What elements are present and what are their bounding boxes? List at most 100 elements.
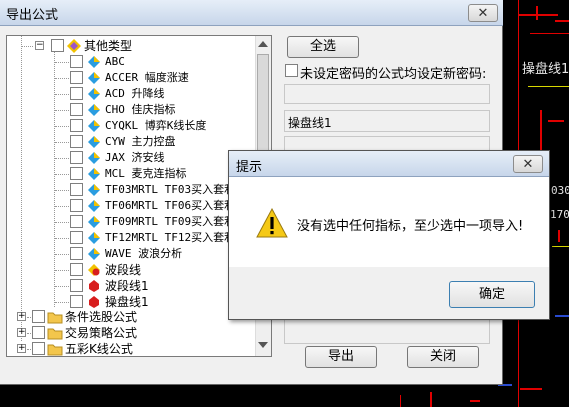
formula-checkbox[interactable] <box>70 167 83 180</box>
formula-diamond-icon <box>88 136 100 148</box>
export-button[interactable]: 导出 <box>305 346 377 368</box>
tree-formula-item[interactable]: TF03MRTL TF03买入套利 <box>7 182 257 198</box>
user-formula-icon <box>88 264 100 276</box>
group-checkbox[interactable] <box>51 39 64 52</box>
tree-formula-item[interactable]: 波段线1 <box>7 278 257 294</box>
formula-group-icon <box>67 39 81 53</box>
formula-checkbox[interactable] <box>70 55 83 68</box>
formula-checkbox[interactable] <box>70 215 83 228</box>
tree-formula-item[interactable]: 操盘线1 <box>7 294 257 310</box>
folder-checkbox[interactable] <box>32 342 45 355</box>
formula-diamond-icon <box>88 168 100 180</box>
tree-formula-item[interactable]: CYW 主力控盘 <box>7 134 257 150</box>
formula-diamond-icon <box>88 88 100 100</box>
folder-icon <box>47 328 63 340</box>
alert-body: 没有选中任何指标，至少选中一项导入! <box>229 177 549 267</box>
red-formula-icon <box>89 296 99 308</box>
scroll-down-icon[interactable] <box>258 342 268 348</box>
formula-checkbox[interactable] <box>70 183 83 196</box>
formula-label: 波段线1 <box>105 279 149 293</box>
formula-label: JAX 济安线 <box>105 151 165 164</box>
formula-label: CYW 主力控盘 <box>105 135 176 148</box>
tree-formula-item[interactable]: ACD 升降线 <box>7 86 257 102</box>
tree-formula-item[interactable]: CHO 佳庆指标 <box>7 102 257 118</box>
tree-formula-item[interactable]: MCL 麦克连指标 <box>7 166 257 182</box>
folder-icon <box>47 344 63 356</box>
tree-formula-item[interactable]: CYQKL 博弈K线长度 <box>7 118 257 134</box>
close-icon[interactable]: ✕ <box>468 4 498 22</box>
tree-folder-item[interactable]: + 交易策略公式 <box>7 325 257 341</box>
tree-formula-item[interactable]: WAVE 波浪分析 <box>7 246 257 262</box>
folder-checkbox[interactable] <box>32 310 45 323</box>
price-readout: 0309 <box>551 184 569 197</box>
alert-message: 没有选中任何指标，至少选中一项导入! <box>297 219 524 234</box>
formula-checkbox[interactable] <box>70 151 83 164</box>
folder-checkbox[interactable] <box>32 326 45 339</box>
formula-checkbox[interactable] <box>70 119 83 132</box>
formula-checkbox[interactable] <box>70 263 83 276</box>
formula-label: ABC <box>105 55 125 68</box>
tree-group-other[interactable]: − 其他类型 <box>7 38 257 54</box>
tree-group-label: 其他类型 <box>84 39 133 53</box>
ok-button[interactable]: 确定 <box>449 281 535 308</box>
formula-label: CHO 佳庆指标 <box>105 103 176 116</box>
alert-dialog: 提示 ✕ 没有选中任何指标，至少选中一项导入! 确定 <box>228 150 550 320</box>
dialog-title-bar[interactable]: 导出公式 ✕ <box>0 0 503 26</box>
close-icon[interactable]: ✕ <box>513 155 543 173</box>
red-formula-icon <box>89 280 99 292</box>
formula-diamond-icon <box>88 56 100 68</box>
set-password-checkbox[interactable] <box>285 64 298 77</box>
price-readout: 1705 <box>550 208 569 221</box>
formula-checkbox[interactable] <box>70 199 83 212</box>
expand-icon[interactable]: + <box>17 328 26 337</box>
tree-formula-item[interactable]: JAX 济安线 <box>7 150 257 166</box>
background-indicator-label: 操盘线1 <box>522 62 569 77</box>
formula-diamond-icon <box>88 248 100 260</box>
folder-label: 五彩K线公式 <box>65 342 133 356</box>
expand-icon[interactable]: + <box>17 312 26 321</box>
expand-icon[interactable]: + <box>17 344 26 353</box>
formula-label: TF12MRTL TF12买入套利 <box>105 231 236 244</box>
alert-title: 提示 <box>236 160 263 175</box>
alert-title-bar[interactable]: 提示 ✕ <box>229 151 549 177</box>
formula-diamond-icon <box>88 104 100 116</box>
formula-label: ACD 升降线 <box>105 87 165 100</box>
tree-formula-item[interactable]: TF09MRTL TF09买入套利 <box>7 214 257 230</box>
folder-label: 条件选股公式 <box>65 310 138 324</box>
formula-label: WAVE 波浪分析 <box>105 247 183 260</box>
tree-formula-item[interactable]: ACCER 幅度涨速 <box>7 70 257 86</box>
close-button[interactable]: 关闭 <box>407 346 479 368</box>
formula-checkbox[interactable] <box>70 279 83 292</box>
formula-checkbox[interactable] <box>70 295 83 308</box>
tree-formula-item[interactable]: 波段线 <box>7 262 257 278</box>
formula-checkbox[interactable] <box>70 71 83 84</box>
formula-checkbox[interactable] <box>70 231 83 244</box>
formula-label: ACCER 幅度涨速 <box>105 71 189 84</box>
formula-diamond-icon <box>88 152 100 164</box>
formula-diamond-icon <box>88 232 100 244</box>
formula-label: TF03MRTL TF03买入套利 <box>105 183 236 196</box>
formula-diamond-icon <box>88 200 100 212</box>
formula-label: 波段线 <box>105 263 142 277</box>
warning-icon <box>256 208 288 238</box>
formula-label: 操盘线1 <box>105 295 149 309</box>
password-input[interactable] <box>284 84 490 104</box>
formula-label: MCL 麦克连指标 <box>105 167 187 180</box>
tree-folder-item[interactable]: + 条件选股公式 <box>7 309 257 325</box>
formula-diamond-icon <box>88 184 100 196</box>
folder-icon <box>47 312 63 324</box>
select-all-button[interactable]: 全选 <box>287 36 359 58</box>
tree-formula-item[interactable]: TF12MRTL TF12买入套利 <box>7 230 257 246</box>
tree-formula-item[interactable]: ABC <box>7 54 257 70</box>
collapse-icon[interactable]: − <box>35 41 44 50</box>
formula-checkbox[interactable] <box>70 103 83 116</box>
selected-formula-field: 操盘线1 <box>284 110 490 132</box>
formula-checkbox[interactable] <box>70 87 83 100</box>
formula-checkbox[interactable] <box>70 135 83 148</box>
tree-formula-item[interactable]: TF06MRTL TF06买入套利 <box>7 198 257 214</box>
tree-folder-item[interactable]: + 五彩K线公式 <box>7 341 257 356</box>
formula-diamond-icon <box>88 72 100 84</box>
scroll-up-icon[interactable] <box>258 41 268 47</box>
formula-diamond-icon <box>88 120 100 132</box>
formula-checkbox[interactable] <box>70 247 83 260</box>
